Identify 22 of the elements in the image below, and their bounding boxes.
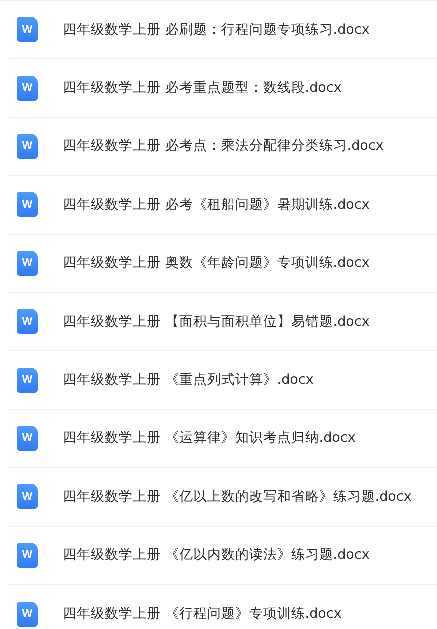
word-file-icon: W	[17, 426, 38, 451]
word-file-icon: W	[17, 250, 38, 276]
file-name[interactable]: 四年级数学上册 必考重点题型：数线段.docx	[63, 79, 342, 98]
word-file-icon: W	[17, 134, 38, 159]
word-file-icon: W	[17, 368, 38, 393]
word-file-icon: W	[17, 17, 38, 42]
word-file-icon: W	[17, 484, 38, 510]
file-name[interactable]: 四年级数学上册 《亿以内数的读法》练习题.docx	[63, 546, 370, 564]
file-name[interactable]: 四年级数学上册 《亿以上数的改写和省略》练习题.docx	[63, 488, 412, 506]
word-file-icon: W	[17, 602, 38, 627]
word-file-icon: W	[17, 192, 38, 218]
file-name[interactable]: 四年级数学上册 必考《租船问题》暑期训练.docx	[63, 196, 370, 214]
word-file-icon: W	[17, 309, 38, 334]
file-name[interactable]: 四年级数学上册 《行程问题》专项训练.docx	[63, 605, 342, 624]
file-name[interactable]: 四年级数学上册 【面积与面积单位】易错题.docx	[63, 312, 370, 331]
word-file-icon: W	[17, 542, 38, 568]
file-name[interactable]: 四年级数学上册 必刷题：行程问题专项练习.docx	[63, 20, 370, 39]
file-name[interactable]: 四年级数学上册 《运算律》知识考点归纳.docx	[63, 429, 356, 448]
file-name[interactable]: 四年级数学上册 奥数《年龄问题》专项训练.docx	[63, 254, 370, 272]
file-name[interactable]: 四年级数学上册 必考点：乘法分配律分类练习.docx	[63, 137, 384, 156]
word-file-icon: W	[17, 76, 38, 101]
file-name[interactable]: 四年级数学上册 《重点列式计算》.docx	[63, 371, 314, 390]
